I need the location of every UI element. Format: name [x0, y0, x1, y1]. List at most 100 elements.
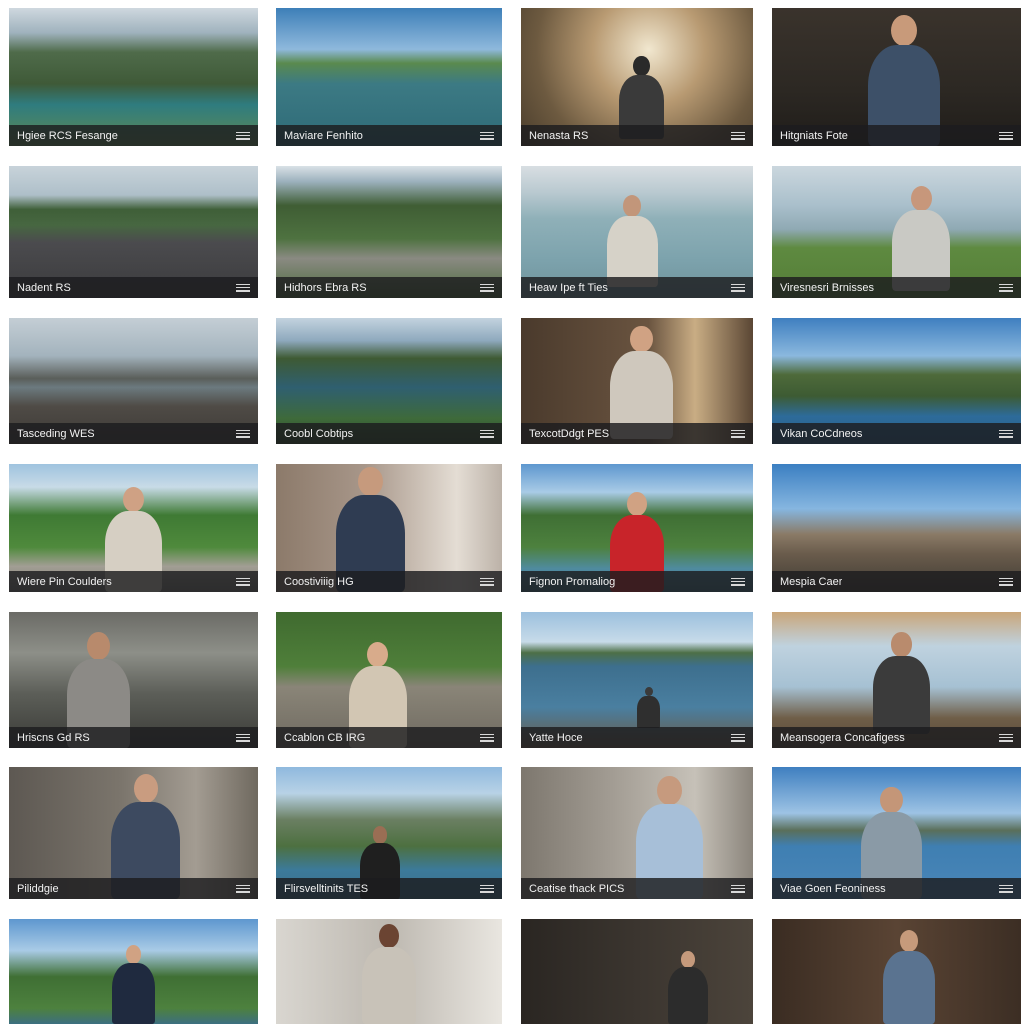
menu-icon[interactable]	[731, 577, 745, 586]
video-thumbnail[interactable]: Piliddgie	[9, 767, 258, 899]
person-figure	[882, 929, 935, 1024]
video-title: Heaw Ipe ft Ties	[529, 281, 608, 294]
person-figure	[610, 325, 673, 439]
video-title: Yatte Hoce	[529, 731, 583, 744]
menu-icon[interactable]	[480, 283, 494, 292]
video-thumbnail[interactable]: Coobl Cobtips	[276, 318, 502, 444]
menu-icon[interactable]	[236, 733, 250, 742]
thumbnail-image	[521, 919, 753, 1024]
video-thumbnail[interactable]: TexcotDdgt PES	[521, 318, 753, 444]
video-title: Viae Goen Feoniness	[780, 882, 886, 895]
video-thumbnail[interactable]: Vikan CoCdneos	[772, 318, 1021, 444]
video-title: TexcotDdgt PES	[529, 427, 610, 440]
menu-icon[interactable]	[731, 733, 745, 742]
caption-bar: Ceatise thack PICS	[521, 878, 753, 899]
menu-icon[interactable]	[236, 429, 250, 438]
menu-icon[interactable]	[480, 577, 494, 586]
person-figure	[667, 950, 709, 1024]
person-figure	[892, 185, 951, 292]
video-thumbnail[interactable]: Tasceding WES	[9, 318, 258, 444]
video-title: Vikan CoCdneos	[780, 427, 863, 440]
video-thumbnail[interactable]: Maviare Fenhito	[276, 8, 502, 146]
video-thumbnail[interactable]: Fignon Promaliog	[521, 464, 753, 592]
person-figure	[111, 945, 156, 1024]
video-thumbnail[interactable]: Meansogera Concafigess	[772, 612, 1021, 748]
video-thumbnail-grid: Hgiee RCS Fesange Maviare Fenhito Nenasta …	[0, 0, 1024, 1024]
video-thumbnail[interactable]: Hitgniats Fote	[772, 8, 1021, 146]
video-thumbnail[interactable]: Ccablon CB IRG	[276, 612, 502, 748]
menu-icon[interactable]	[731, 884, 745, 893]
menu-icon[interactable]	[999, 577, 1013, 586]
video-title: Maviare Fenhito	[284, 129, 363, 142]
video-thumbnail[interactable]: Hriscns Gd RS	[9, 612, 258, 748]
menu-icon[interactable]	[999, 429, 1013, 438]
caption-bar: Hgiee RCS Fesange	[9, 125, 258, 146]
video-title: Nenasta RS	[529, 129, 589, 142]
video-thumbnail[interactable]: Viresnesri Brnisses	[772, 166, 1021, 298]
video-title: Tasceding WES	[17, 427, 95, 440]
menu-icon[interactable]	[731, 429, 745, 438]
menu-icon[interactable]	[999, 733, 1013, 742]
video-thumbnail[interactable]: Wiere Pin Coulders	[9, 464, 258, 592]
caption-bar: Coobl Cobtips	[276, 423, 502, 444]
video-title: Wiere Pin Coulders	[17, 575, 112, 588]
video-thumbnail[interactable]: Yatte Hoce	[521, 612, 753, 748]
menu-icon[interactable]	[999, 884, 1013, 893]
video-thumbnail[interactable]: Mespia Caer	[772, 464, 1021, 592]
video-title: Nadent RS	[17, 281, 71, 294]
video-thumbnail[interactable]	[521, 919, 753, 1024]
menu-icon[interactable]	[480, 131, 494, 140]
caption-bar: Vikan CoCdneos	[772, 423, 1021, 444]
menu-icon[interactable]	[480, 884, 494, 893]
video-title: Mespia Caer	[780, 575, 843, 588]
menu-icon[interactable]	[480, 733, 494, 742]
video-title: Hidhors Ebra RS	[284, 281, 367, 294]
menu-icon[interactable]	[480, 429, 494, 438]
video-thumbnail[interactable]	[9, 919, 258, 1024]
person-figure	[873, 632, 930, 735]
video-thumbnail[interactable]: Coostiviiig HG	[276, 464, 502, 592]
caption-bar: Maviare Fenhito	[276, 125, 502, 146]
video-title: Viresnesri Brnisses	[780, 281, 874, 294]
person-figure	[606, 195, 658, 288]
caption-bar: Hitgniats Fote	[772, 125, 1021, 146]
caption-bar: Piliddgie	[9, 878, 258, 899]
video-thumbnail[interactable]: Hidhors Ebra RS	[276, 166, 502, 298]
menu-icon[interactable]	[999, 283, 1013, 292]
video-title: Coostiviiig HG	[284, 575, 354, 588]
caption-bar: Viae Goen Feoniness	[772, 878, 1021, 899]
video-title: Meansogera Concafigess	[780, 731, 905, 744]
video-title: Coobl Cobtips	[284, 427, 354, 440]
caption-bar: Coostiviiig HG	[276, 571, 502, 592]
menu-icon[interactable]	[236, 884, 250, 893]
video-title: Hgiee RCS Fesange	[17, 129, 118, 142]
menu-icon[interactable]	[999, 131, 1013, 140]
caption-bar: Heaw Ipe ft Ties	[521, 277, 753, 298]
caption-bar: Nenasta RS	[521, 125, 753, 146]
video-thumbnail[interactable]: Nadent RS	[9, 166, 258, 298]
video-title: Piliddgie	[17, 882, 59, 895]
video-thumbnail[interactable]: Ceatise thack PICS	[521, 767, 753, 899]
video-title: Ceatise thack PICS	[529, 882, 625, 895]
video-thumbnail[interactable]: Hgiee RCS Fesange	[9, 8, 258, 146]
menu-icon[interactable]	[236, 283, 250, 292]
person-figure	[361, 924, 417, 1024]
video-thumbnail[interactable]	[772, 919, 1021, 1024]
caption-bar: Ccablon CB IRG	[276, 727, 502, 748]
video-thumbnail[interactable]	[276, 919, 502, 1024]
menu-icon[interactable]	[731, 283, 745, 292]
caption-bar: Fignon Promaliog	[521, 571, 753, 592]
video-title: Flirsvelltinits TES	[284, 882, 369, 895]
caption-bar: Yatte Hoce	[521, 727, 753, 748]
menu-icon[interactable]	[236, 577, 250, 586]
person-figure	[637, 686, 660, 728]
menu-icon[interactable]	[236, 131, 250, 140]
video-thumbnail[interactable]: Heaw Ipe ft Ties	[521, 166, 753, 298]
video-thumbnail[interactable]: Flirsvelltinits TES	[276, 767, 502, 899]
video-thumbnail[interactable]: Viae Goen Feoniness	[772, 767, 1021, 899]
caption-bar: Flirsvelltinits TES	[276, 878, 502, 899]
caption-bar: Nadent RS	[9, 277, 258, 298]
video-thumbnail[interactable]: Nenasta RS	[521, 8, 753, 146]
caption-bar: Viresnesri Brnisses	[772, 277, 1021, 298]
menu-icon[interactable]	[731, 131, 745, 140]
